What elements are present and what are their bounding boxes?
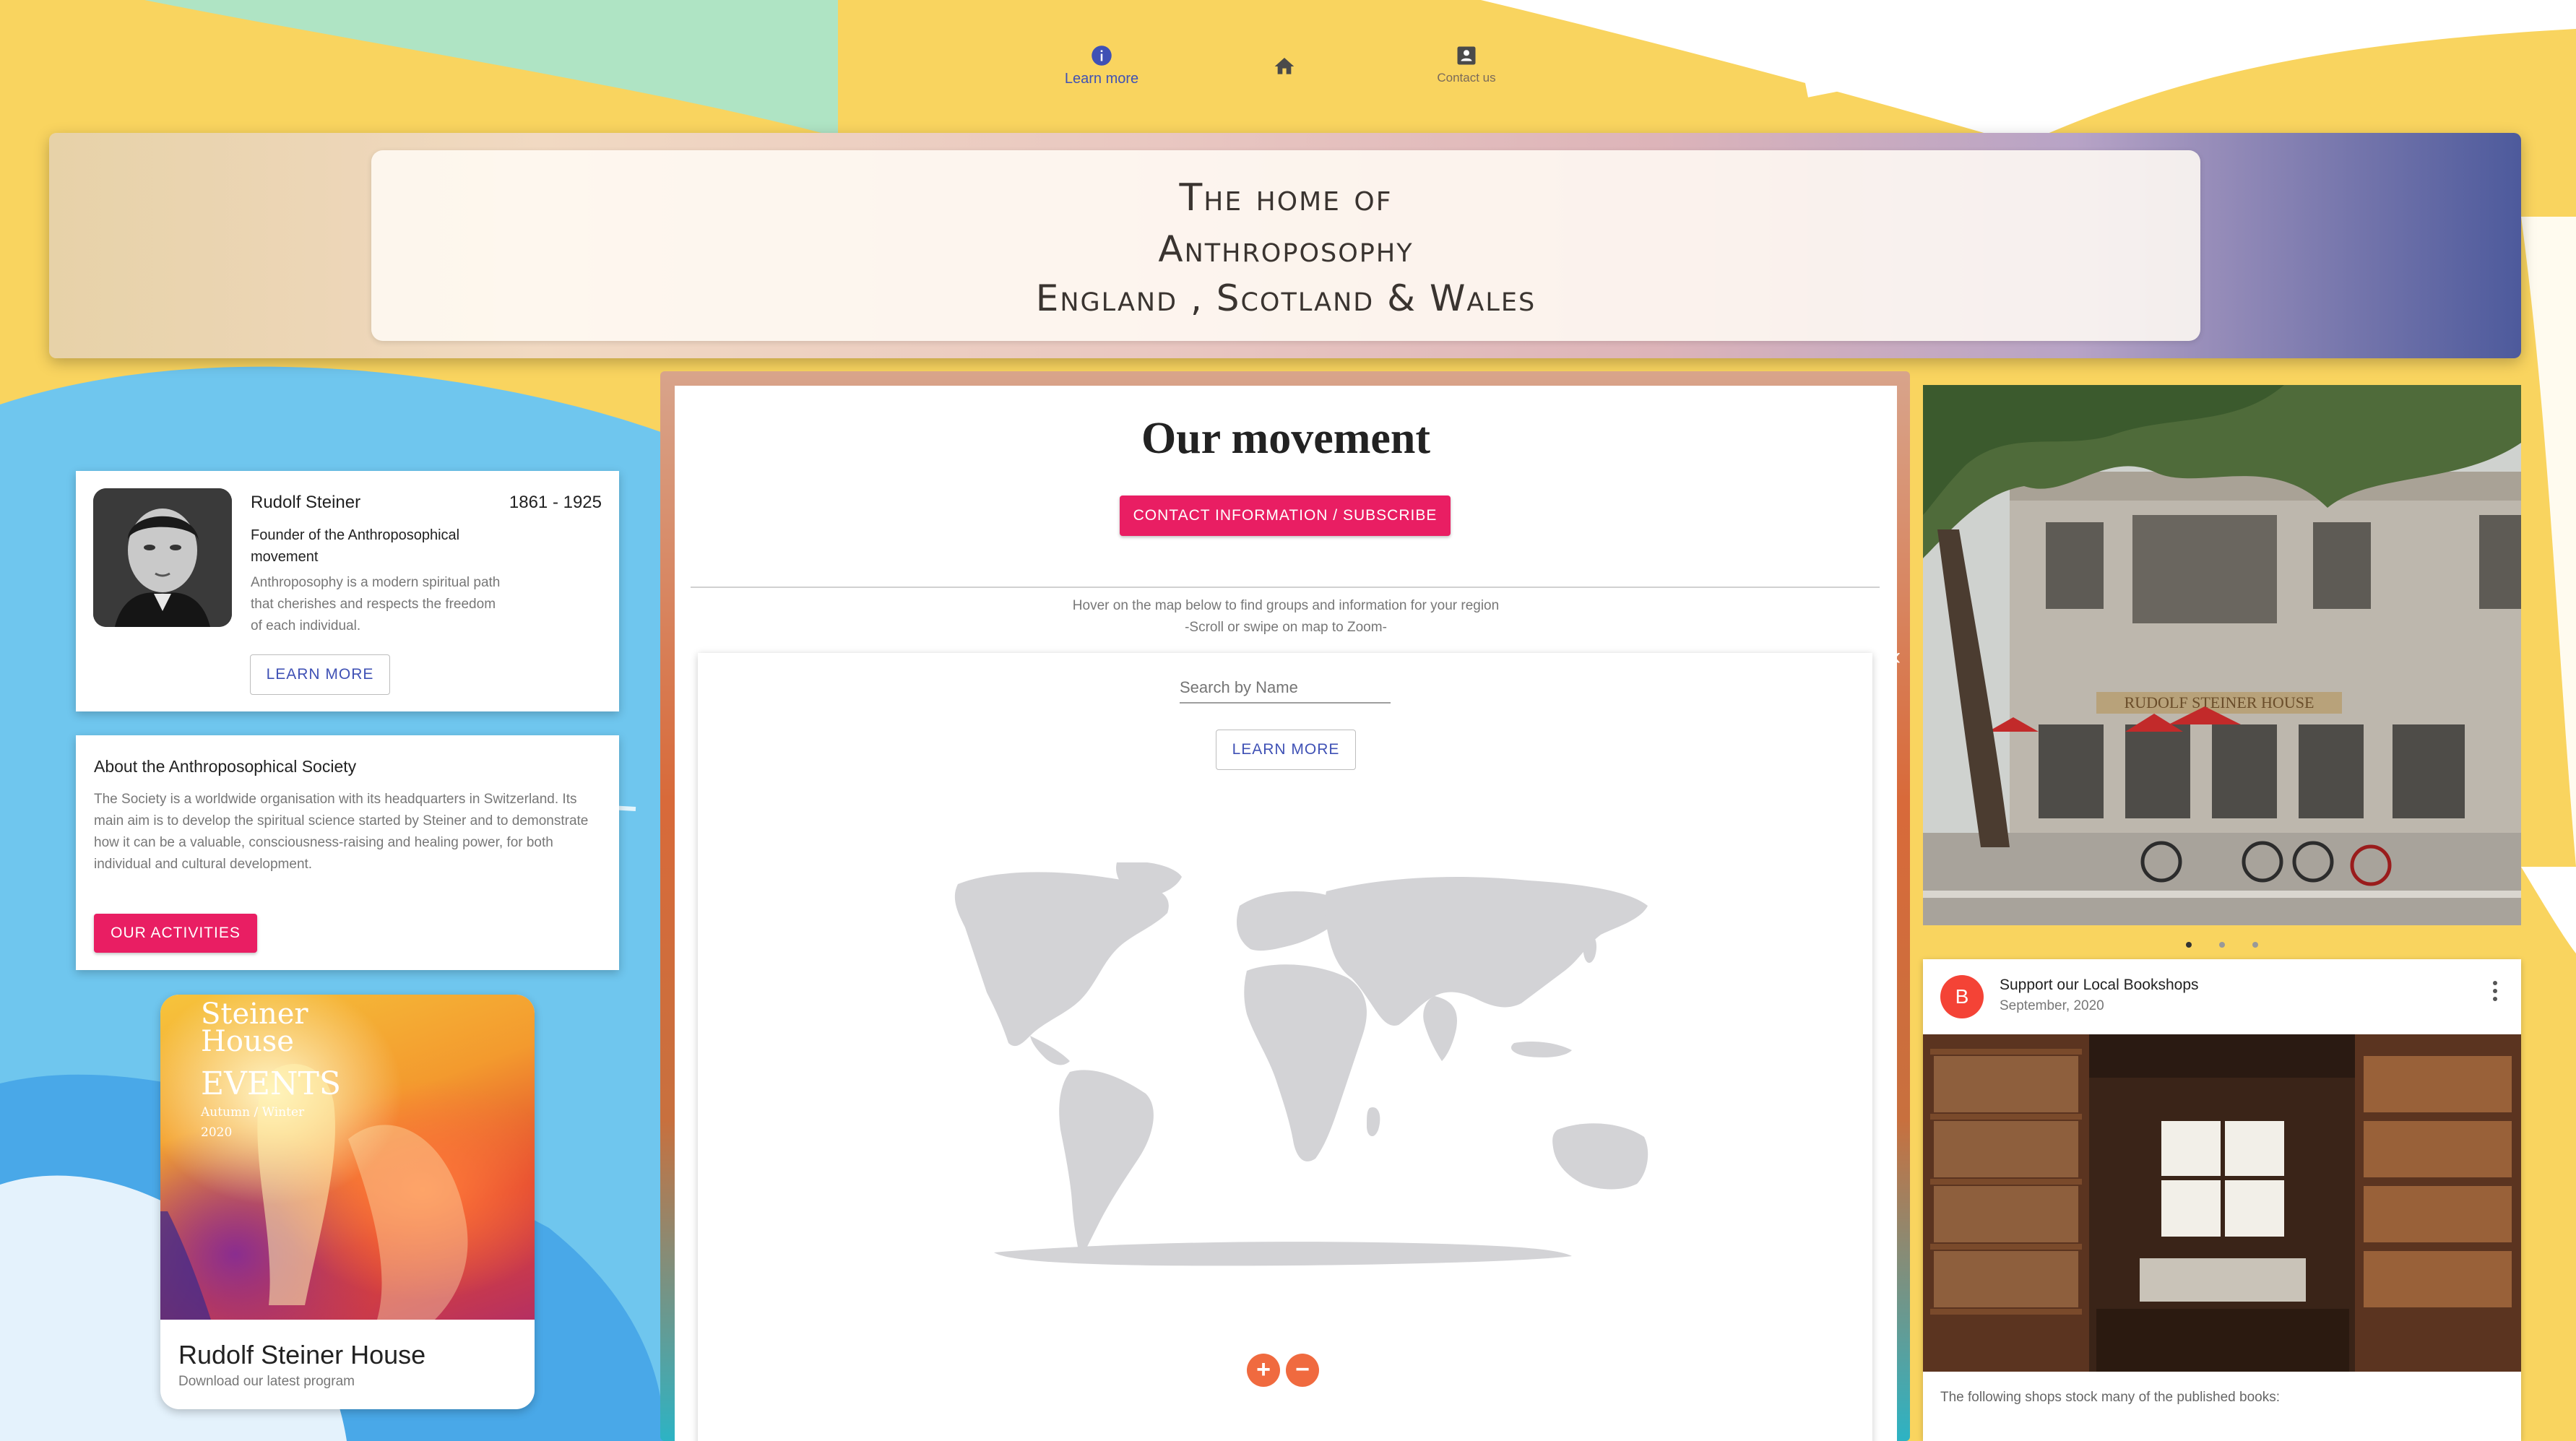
events-program-cover-image: Steiner House EVENTS Autumn / Winter 202… [160, 995, 535, 1320]
steiner-house-building-photo: RUDOLF STEINER HOUSE [1923, 385, 2521, 925]
building-sign-text: RUDOLF STEINER HOUSE [2125, 693, 2314, 711]
banner-text-box: The home of Anthroposophy England , Scot… [371, 150, 2200, 341]
top-nav: Learn more Contact us [0, 38, 2576, 103]
nav-learn-more-label: Learn more [1064, 71, 1139, 87]
map-zoom-hint: -Scroll or swipe on map to Zoom- [1185, 620, 1387, 635]
cover-text-season: Autumn / Winter [201, 1105, 305, 1120]
post-date: September, 2020 [2000, 998, 2104, 1013]
about-society-card: About the Anthroposophical Society The S… [76, 735, 619, 970]
about-society-title: About the Anthroposophical Society [94, 757, 357, 776]
avatar: B [1940, 975, 1984, 1018]
zoom-out-button[interactable]: − [1286, 1354, 1319, 1387]
map-region-madagascar [1367, 1107, 1380, 1137]
steiner-house-title: Rudolf Steiner House [178, 1340, 426, 1369]
map-card: LEARN MORE [698, 653, 1872, 1441]
map-region-central-america [1030, 1036, 1070, 1065]
nav-home[interactable] [1212, 38, 1357, 82]
rudolf-steiner-portrait [93, 488, 232, 627]
nav-learn-more[interactable]: Learn more [1029, 38, 1174, 87]
map-region-south-america [1059, 1070, 1154, 1260]
about-society-text: The Society is a worldwide organisation … [94, 792, 589, 872]
steiner-house-program-card[interactable]: Steiner House EVENTS Autumn / Winter 202… [160, 995, 535, 1409]
search-input[interactable] [1180, 675, 1391, 701]
bookshop-photo [1923, 1034, 2521, 1372]
banner-heading-line-3: England , Scotland & Wales [1035, 277, 1536, 319]
map-region-africa [1244, 964, 1367, 1161]
map-zoom-controls: + − [1247, 1354, 1326, 1390]
nav-contact-us-label: Contact us [1437, 71, 1496, 85]
carousel-dot-1[interactable] [2186, 942, 2192, 948]
our-activities-button[interactable]: OUR ACTIVITIES [94, 914, 257, 953]
photo-carousel[interactable]: RUDOLF STEINER HOUSE [1923, 385, 2521, 925]
steiner-description: Anthroposophy is a modern spiritual path… [251, 575, 501, 633]
hero-banner: The home of Anthroposophy England , Scot… [49, 133, 2521, 358]
contact-card-icon [1457, 46, 1476, 65]
our-movement-panel: Our movement CONTACT INFORMATION / SUBSC… [675, 386, 1897, 1441]
search-by-name-field [1180, 675, 1391, 704]
post-title: Support our Local Bookshops [2000, 977, 2199, 993]
steiner-house-subtitle: Download our latest program [178, 1374, 355, 1389]
nav-contact-us[interactable]: Contact us [1394, 38, 1539, 85]
banner-heading-line-2: Anthroposophy [1158, 228, 1414, 270]
steiner-subtitle: Founder of the Anthroposophical movement [251, 527, 460, 565]
map-region-europe [1236, 891, 1338, 951]
steiner-learn-more-button[interactable]: LEARN MORE [250, 654, 390, 695]
map-region-southeast-asia [1510, 1042, 1572, 1057]
post-text: The following shops stock many of the pu… [1940, 1390, 2280, 1405]
info-icon [1092, 46, 1112, 66]
zoom-in-button[interactable]: + [1247, 1354, 1280, 1387]
our-movement-title: Our movement [1141, 414, 1431, 463]
map-region-japan [1582, 934, 1597, 964]
map-region-india [1423, 996, 1457, 1061]
carousel-prev-icon[interactable]: ‹ [1893, 643, 1911, 672]
cover-text-house: House [201, 1025, 294, 1058]
cover-text-steiner: Steiner [201, 998, 308, 1031]
steiner-name: Rudolf Steiner [251, 493, 361, 512]
cover-text-events: EVENTS [201, 1065, 342, 1102]
carousel-dot-3[interactable] [2252, 942, 2258, 948]
contact-subscribe-button[interactable]: CONTACT INFORMATION / SUBSCRIBE [1120, 496, 1451, 536]
map-hover-hint: Hover on the map below to find groups an… [1072, 598, 1500, 613]
cover-text-year: 2020 [201, 1125, 233, 1140]
more-options-icon[interactable] [2491, 981, 2499, 1010]
home-icon [1274, 58, 1295, 74]
map-region-asia [1324, 877, 1648, 1026]
world-map[interactable] [936, 862, 1651, 1267]
divider [691, 587, 1880, 588]
steiner-years: 1861 - 1925 [509, 493, 602, 512]
bookshops-post-card: B Support our Local Bookshops September,… [1923, 959, 2521, 1441]
banner-heading-line-1: The home of [1179, 176, 1393, 220]
program-cover-text: Steiner House EVENTS Autumn / Winter 202… [201, 1000, 341, 1141]
map-region-north-america [954, 872, 1169, 1047]
map-region-australia [1552, 1123, 1648, 1190]
map-learn-more-button[interactable]: LEARN MORE [1216, 730, 1356, 770]
rudolf-steiner-card: Rudolf Steiner 1861 - 1925 Founder of th… [76, 471, 619, 711]
carousel-dot-2[interactable] [2219, 942, 2225, 948]
carousel-dots [2182, 942, 2261, 952]
